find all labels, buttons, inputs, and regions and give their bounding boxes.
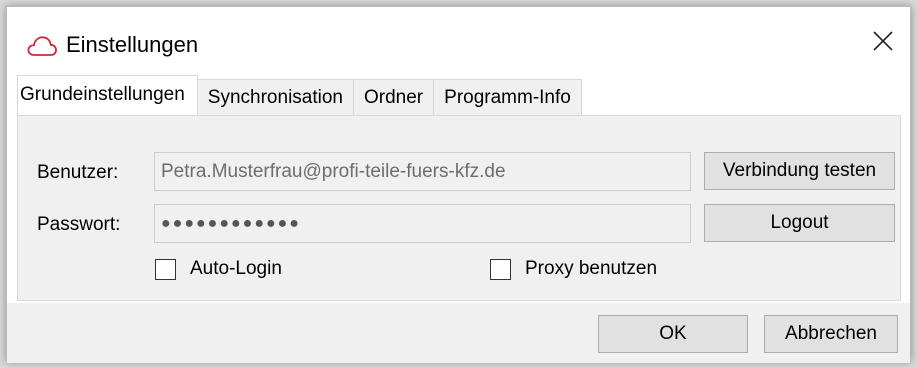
cancel-button[interactable]: Abbrechen [764, 315, 898, 353]
tab-programm-info[interactable]: Programm-Info [433, 79, 582, 115]
close-icon [872, 30, 894, 57]
settings-dialog: Einstellungen Grundeinstellungen Synchro… [6, 6, 911, 363]
tab-bar: Grundeinstellungen Synchronisation Ordne… [17, 75, 582, 115]
proxy-checkbox[interactable] [490, 258, 511, 280]
auto-login-checkbox[interactable] [155, 258, 176, 280]
tab-content-panel: Benutzer: Petra.Musterfrau@profi-teile-f… [17, 115, 901, 301]
test-connection-button[interactable]: Verbindung testen [704, 152, 895, 190]
ok-button[interactable]: OK [598, 315, 748, 353]
password-input[interactable]: ●●●●●●●●●●●● [154, 204, 691, 243]
cloud-icon [27, 35, 57, 57]
dialog-title: Einstellungen [66, 32, 199, 57]
title-bar: Einstellungen [7, 7, 910, 75]
auto-login-option[interactable]: Auto-Login [155, 258, 282, 280]
tab-grundeinstellungen[interactable]: Grundeinstellungen [17, 75, 198, 115]
logout-button[interactable]: Logout [704, 204, 895, 242]
user-label: Benutzer: [37, 162, 119, 183]
auto-login-label: Auto-Login [190, 258, 282, 279]
proxy-label: Proxy benutzen [525, 258, 658, 279]
password-label: Passwort: [37, 214, 121, 235]
user-input[interactable]: Petra.Musterfrau@profi-teile-fuers-kfz.d… [154, 152, 691, 191]
dialog-footer: OK Abbrechen [7, 303, 910, 363]
proxy-option[interactable]: Proxy benutzen [490, 258, 657, 280]
close-button[interactable] [866, 26, 900, 60]
tab-ordner[interactable]: Ordner [353, 79, 435, 115]
tab-synchronisation[interactable]: Synchronisation [196, 79, 354, 115]
